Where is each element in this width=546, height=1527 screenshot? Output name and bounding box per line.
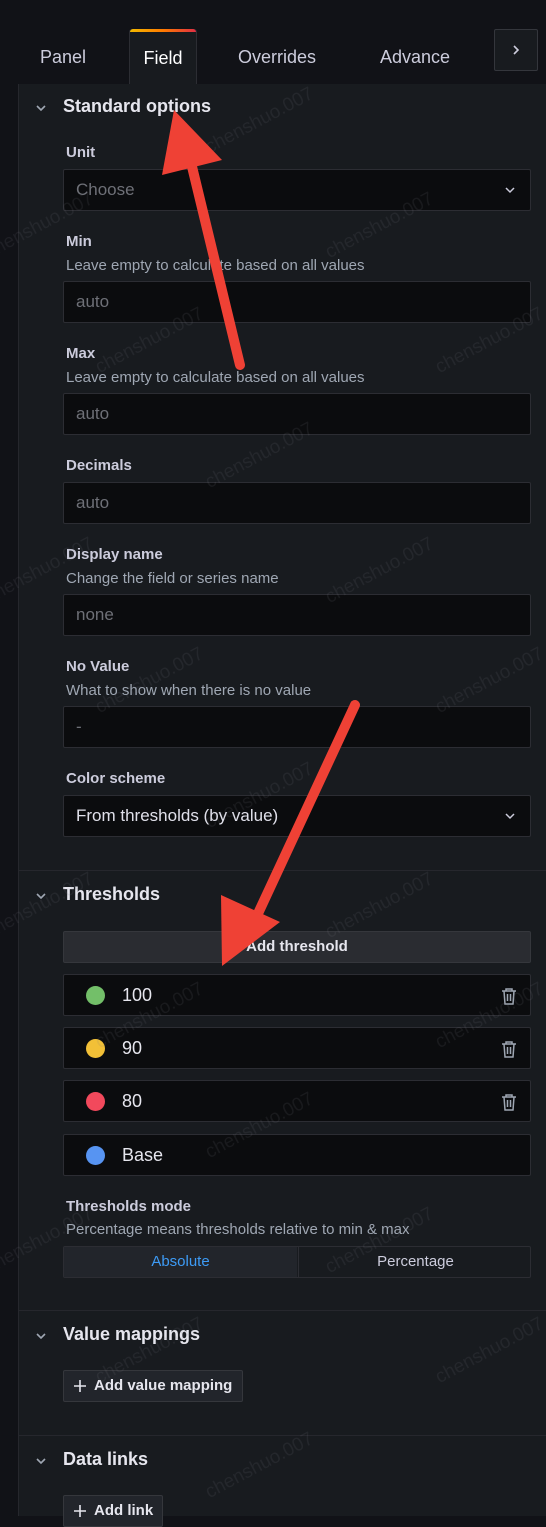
thresholds-mode-label: Thresholds mode xyxy=(66,1198,192,1215)
threshold-row[interactable]: 80 xyxy=(63,1080,531,1122)
thresholds-mode-description: Percentage means thresholds relative to … xyxy=(66,1221,410,1238)
no-value-placeholder: - xyxy=(76,717,82,736)
plus-icon xyxy=(74,1380,86,1392)
display-name-label: Display name xyxy=(66,546,163,563)
max-description: Leave empty to calculate based on all va… xyxy=(66,369,365,386)
color-scheme-value: From thresholds (by value) xyxy=(76,806,279,825)
threshold-value[interactable]: 80 xyxy=(122,1091,142,1112)
chevron-down-icon xyxy=(36,893,46,900)
thresholds-mode-radio: Absolute Percentage xyxy=(63,1246,531,1278)
section-title: Value mappings xyxy=(63,1324,201,1344)
no-value-description: What to show when there is no value xyxy=(66,682,312,699)
chevron-down-icon xyxy=(36,1333,46,1340)
tab-advance[interactable]: Advance xyxy=(366,29,464,84)
trash-icon[interactable] xyxy=(500,1092,518,1112)
add-value-mapping-button[interactable]: Add value mapping xyxy=(63,1370,243,1402)
display-name-placeholder: none xyxy=(76,605,114,624)
chevron-down-icon xyxy=(36,1458,46,1465)
min-label: Min xyxy=(66,233,92,250)
decimals-placeholder: auto xyxy=(76,493,110,512)
color-scheme-select[interactable]: From thresholds (by value) xyxy=(63,795,531,837)
decimals-label: Decimals xyxy=(66,457,132,474)
section-title: Thresholds xyxy=(63,884,161,904)
section-divider xyxy=(19,870,546,871)
trash-icon[interactable] xyxy=(500,1039,518,1059)
standard-options-header[interactable]: Standard options xyxy=(19,92,546,132)
max-placeholder: auto xyxy=(76,404,110,423)
plus-icon xyxy=(74,1505,86,1517)
threshold-color-dot[interactable] xyxy=(86,1146,105,1165)
threshold-row-base[interactable]: Base xyxy=(63,1134,531,1176)
tab-overrides[interactable]: Overrides xyxy=(226,29,328,84)
mode-absolute-option[interactable]: Absolute xyxy=(64,1247,297,1277)
options-tabs: Panel Field Overrides Advance xyxy=(0,0,546,85)
mode-percentage-option[interactable]: Percentage xyxy=(298,1247,532,1277)
decimals-input[interactable]: auto xyxy=(63,482,531,524)
data-links-header[interactable]: Data links xyxy=(19,1445,546,1485)
threshold-value[interactable]: 100 xyxy=(122,985,152,1006)
value-mappings-header[interactable]: Value mappings xyxy=(19,1320,546,1360)
chevron-down-icon xyxy=(505,187,515,194)
threshold-value[interactable]: 90 xyxy=(122,1038,142,1059)
display-name-input[interactable]: none xyxy=(63,594,531,636)
add-link-button[interactable]: Add link xyxy=(63,1495,163,1527)
threshold-color-dot[interactable] xyxy=(86,1039,105,1058)
color-scheme-label: Color scheme xyxy=(66,770,166,787)
button-label: Add value mapping xyxy=(94,1377,233,1394)
display-name-description: Change the field or series name xyxy=(66,570,279,587)
trash-icon[interactable] xyxy=(500,986,518,1006)
chevron-right-icon xyxy=(513,45,520,55)
chevron-down-icon xyxy=(36,105,46,112)
unit-label: Unit xyxy=(66,144,96,161)
no-value-input[interactable]: - xyxy=(63,706,531,748)
thresholds-header[interactable]: Thresholds xyxy=(19,880,546,920)
threshold-row[interactable]: 90 xyxy=(63,1027,531,1069)
section-title: Standard options xyxy=(63,96,211,116)
more-tabs-button[interactable] xyxy=(494,29,538,71)
no-value-label: No Value xyxy=(66,658,130,675)
field-options-panel: Standard options Unit Choose Min Leave e… xyxy=(18,84,546,1527)
chevron-down-icon xyxy=(505,813,515,820)
min-placeholder: auto xyxy=(76,292,110,311)
section-divider xyxy=(19,1435,546,1436)
min-description: Leave empty to calculate based on all va… xyxy=(66,257,365,274)
tab-panel[interactable]: Panel xyxy=(26,29,100,84)
threshold-row[interactable]: 100 xyxy=(63,974,531,1016)
unit-placeholder: Choose xyxy=(76,180,135,199)
button-label: Add link xyxy=(94,1502,154,1519)
threshold-color-dot[interactable] xyxy=(86,986,105,1005)
tab-field[interactable]: Field xyxy=(129,29,197,85)
max-label: Max xyxy=(66,345,96,362)
min-input[interactable]: auto xyxy=(63,281,531,323)
section-title: Data links xyxy=(63,1449,149,1469)
threshold-value: Base xyxy=(122,1145,164,1165)
add-threshold-button[interactable]: Add threshold xyxy=(63,931,531,963)
threshold-color-dot[interactable] xyxy=(86,1092,105,1111)
section-divider xyxy=(19,1310,546,1311)
max-input[interactable]: auto xyxy=(63,393,531,435)
unit-select[interactable]: Choose xyxy=(63,169,531,211)
